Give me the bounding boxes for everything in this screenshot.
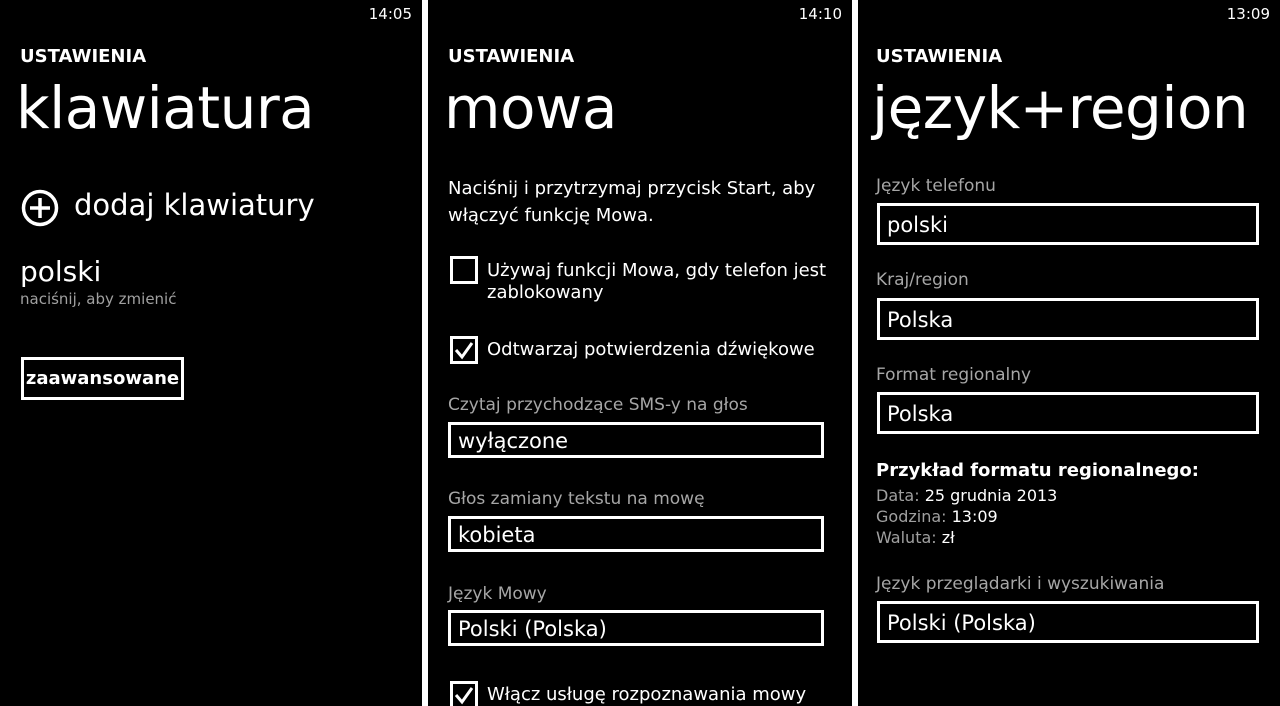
status-clock: 14:10 (798, 5, 842, 23)
add-circle-icon (21, 189, 59, 227)
keyboard-item-polski[interactable]: polski naciśnij, aby zmienić (20, 254, 400, 316)
browser-language-value: Polski (Polska) (887, 611, 1036, 635)
recognition-label: Włącz usługę rozpoznawania mowy (487, 684, 807, 705)
audio-confirm-checkbox[interactable] (450, 336, 478, 364)
example-time: Godzina: 13:09 (876, 506, 1057, 527)
browser-language-label: Język przeglądarki i wyszukiwania (876, 574, 1165, 594)
status-clock: 14:05 (368, 5, 412, 23)
advanced-button[interactable]: zaawansowane (21, 357, 184, 400)
voice-select[interactable]: kobieta (448, 516, 824, 552)
phone-language-label: Język telefonu (876, 176, 996, 196)
format-example-title: Przykład formatu regionalnego: (876, 460, 1199, 481)
intro-line-2: włączyć funkcję Mowa. (448, 205, 654, 226)
keyboard-screen: 14:05 USTAWIENIA klawiatura dodaj klawia… (0, 0, 422, 706)
intro-line-1: Naciśnij i przytrzymaj przycisk Start, a… (448, 178, 816, 199)
phone-language-select[interactable]: polski (877, 203, 1259, 245)
status-clock: 13:09 (1226, 5, 1270, 23)
page-title: język+region (872, 74, 1249, 142)
browser-language-select[interactable]: Polski (Polska) (877, 601, 1259, 643)
speech-language-value: Polski (Polska) (458, 617, 607, 641)
example-date: Data: 25 grudnia 2013 (876, 485, 1057, 506)
intro-text: Naciśnij i przytrzymaj przycisk Start, a… (448, 175, 815, 229)
page-title: klawiatura (16, 74, 315, 142)
lock-screen-label-line-1: Używaj funkcji Mowa, gdy telefon jest (487, 260, 827, 281)
checkmark-icon (454, 342, 474, 360)
checkmark-icon (454, 687, 474, 705)
app-title: USTAWIENIA (876, 46, 1003, 67)
lock-screen-checkbox-label: Używaj funkcji Mowa, gdy telefon jest za… (487, 260, 826, 304)
sms-value: wyłączone (458, 429, 569, 453)
phone-language-value: polski (887, 213, 948, 237)
sms-label: Czytaj przychodzące SMS-y na głos (448, 395, 748, 415)
add-keyboards-label: dodaj klawiatury (74, 188, 315, 222)
voice-value: kobieta (458, 523, 536, 547)
audio-confirm-label: Odtwarzaj potwierdzenia dźwiękowe (487, 339, 815, 360)
example-time-label: Godzina: (876, 507, 947, 526)
app-title: USTAWIENIA (20, 46, 147, 67)
example-date-label: Data: (876, 486, 920, 505)
speech-language-select[interactable]: Polski (Polska) (448, 610, 824, 646)
example-currency-label: Waluta: (876, 528, 937, 547)
keyboard-hint: naciśnij, aby zmienić (20, 290, 177, 308)
regional-format-select[interactable]: Polska (877, 392, 1259, 434)
regional-format-value: Polska (887, 402, 954, 426)
country-select[interactable]: Polska (877, 298, 1259, 340)
recognition-checkbox[interactable] (450, 681, 478, 706)
region-screen: 13:09 USTAWIENIA język+region Język tele… (858, 0, 1280, 706)
example-time-value: 13:09 (951, 507, 998, 526)
country-value: Polska (887, 308, 954, 332)
speech-screen: 14:10 USTAWIENIA mowa Naciśnij i przytrz… (428, 0, 852, 706)
lock-screen-checkbox[interactable] (450, 256, 478, 284)
voice-label: Głos zamiany tekstu na mowę (448, 489, 705, 509)
format-example: Data: 25 grudnia 2013 Godzina: 13:09 Wal… (876, 485, 1057, 548)
example-currency-value: zł (941, 528, 955, 547)
sms-select[interactable]: wyłączone (448, 422, 824, 458)
keyboard-name: polski (20, 255, 102, 288)
speech-language-label: Język Mowy (448, 584, 547, 604)
app-title: USTAWIENIA (448, 46, 575, 67)
example-date-value: 25 grudnia 2013 (924, 486, 1058, 505)
page-title: mowa (444, 74, 617, 142)
country-label: Kraj/region (876, 270, 969, 290)
regional-format-label: Format regionalny (876, 365, 1032, 385)
example-currency: Waluta: zł (876, 527, 1057, 548)
lock-screen-label-line-2: zablokowany (487, 282, 604, 303)
